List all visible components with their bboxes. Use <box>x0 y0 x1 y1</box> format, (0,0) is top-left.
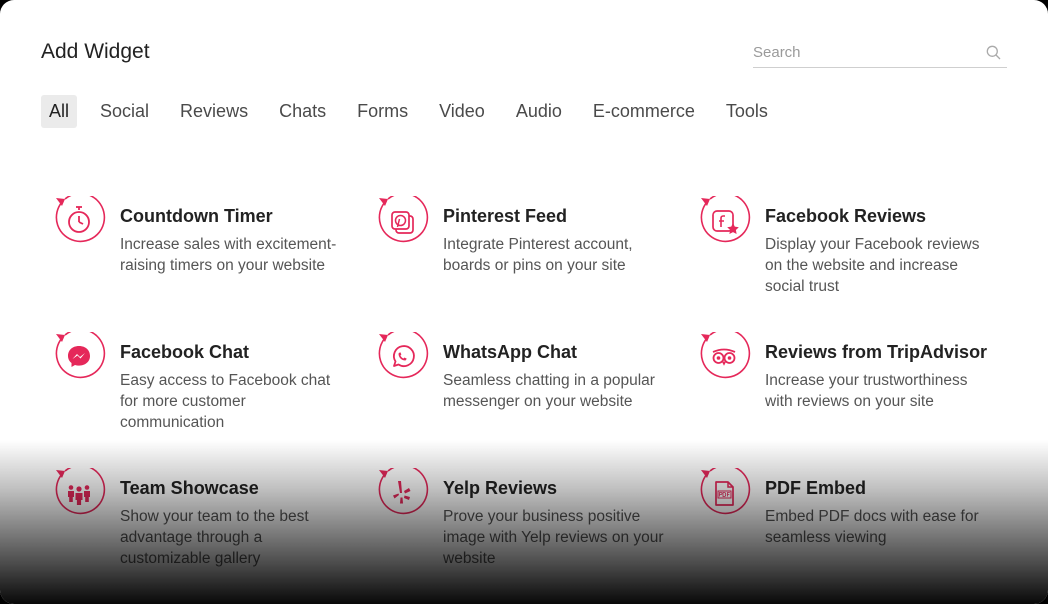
widget-title: PDF Embed <box>765 478 867 498</box>
widget-description: Embed PDF docs with ease for seamless vi… <box>765 508 979 546</box>
widget-grid: Countdown Timer Increase sales with exci… <box>0 0 1048 604</box>
yelp-icon <box>376 464 430 522</box>
widget-description: Display your Facebook reviews on the web… <box>765 236 980 295</box>
widget-description: Easy access to Facebook chat for more cu… <box>120 372 331 431</box>
widget-description: Show your team to the best advantage thr… <box>120 508 309 567</box>
widget-title: Yelp Reviews <box>443 478 558 498</box>
tripadvisor-icon <box>698 328 752 386</box>
widget-title: WhatsApp Chat <box>443 342 577 362</box>
messenger-icon <box>53 328 107 386</box>
pinterest-icon <box>376 192 430 250</box>
team-icon <box>53 464 107 522</box>
widget-title: Facebook Reviews <box>765 206 927 226</box>
facebook-review-icon <box>698 192 752 250</box>
widget-title: Team Showcase <box>120 478 259 498</box>
widget-title: Reviews from TripAdvisor <box>765 342 988 362</box>
pdf-icon <box>698 464 752 522</box>
widget-description: Prove your business positive image with … <box>443 508 664 567</box>
widget-description: Increase your trustworthiness with revie… <box>765 372 968 410</box>
widget-title: Countdown Timer <box>120 206 273 226</box>
widget-description: Increase sales with excitement-raising t… <box>120 236 337 274</box>
stopwatch-icon <box>53 192 107 250</box>
widget-title: Pinterest Feed <box>443 206 568 226</box>
widget-description: Seamless chatting in a popular messenger… <box>443 372 655 410</box>
add-widget-dialog: Add Widget All Social Reviews Chats Form… <box>0 0 1048 604</box>
widget-description: Integrate Pinterest account, boards or p… <box>443 236 633 274</box>
whatsapp-icon <box>376 328 430 386</box>
widget-title: Facebook Chat <box>120 342 250 362</box>
